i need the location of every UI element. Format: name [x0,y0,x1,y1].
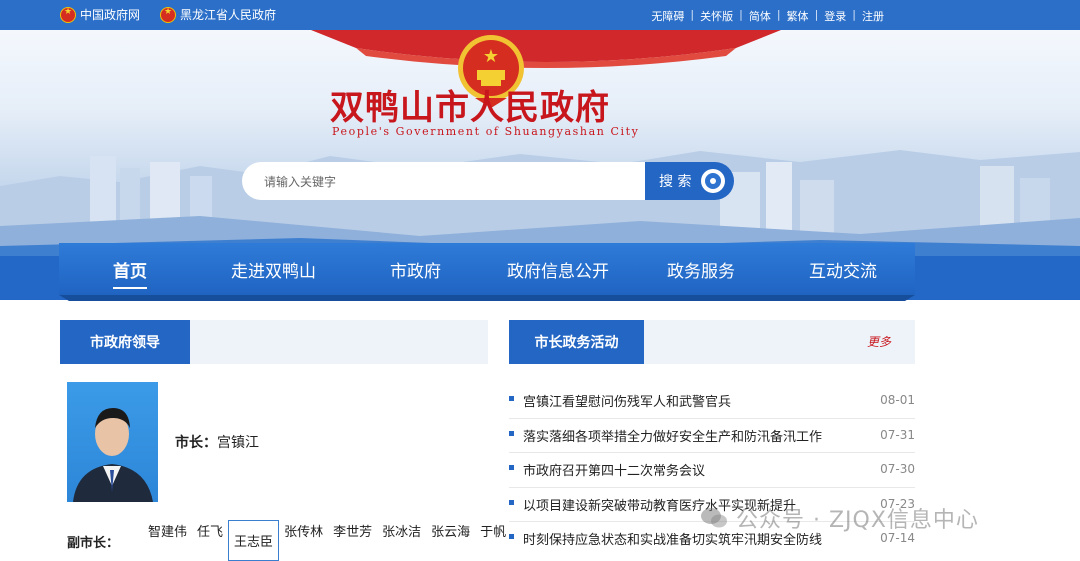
deputy-name-selected[interactable]: 王志臣 [228,520,280,561]
divider: | [739,8,743,21]
gov-cn-link[interactable]: 中国政府网 [60,6,140,23]
watermark-text: 公众号 · ZJQX信息中心 [736,508,979,533]
bullet-icon [509,465,514,470]
deputy-label: 副市长： [67,535,120,551]
news-date: 08-01 [880,393,915,407]
mayor-label: 市长： [175,435,217,451]
leaders-panel-header: 市政府领导 [60,320,488,364]
deputy-name[interactable]: 智建伟 [143,521,192,561]
activities-panel-title[interactable]: 市长政务活动 [509,320,644,364]
main-nav: 首页 走进双鸭山 市政府 政府信息公开 政务服务 互动交流 [59,243,915,295]
nav-shadow [59,295,915,301]
divider: | [690,8,695,21]
deputy-name[interactable]: 于帆 [475,521,511,561]
search-button[interactable]: 搜 索 [645,162,734,200]
top-links: 中国政府网 黑龙江省人民政府 [60,6,276,23]
site-title: 双鸭山市人民政府 [330,88,610,128]
deputy-mayors: 副市长： 智建伟 任飞 王志臣 张传林 李世芳 张冰洁 张云海 于帆 [67,520,511,561]
nav-item-info-disclosure[interactable]: 政府信息公开 [507,257,609,282]
divider: | [852,8,856,21]
search-input[interactable]: 请输入关键字 [242,162,646,200]
heilongjiang-gov-link-label: 黑龙江省人民政府 [180,8,277,22]
news-title[interactable]: 宫镇江看望慰问伤残军人和武警官兵 [523,391,731,410]
nav-item-interaction[interactable]: 互动交流 [809,257,877,282]
activities-panel-header: 市长政务活动 更多 [509,320,915,364]
bullet-icon [509,534,514,539]
traditional-chinese-link[interactable]: 繁体 [787,8,809,24]
nav-item-about[interactable]: 走进双鸭山 [231,257,316,282]
list-item[interactable]: 落实落细各项举措全力做好安全生产和防汛备汛工作 07-31 [509,419,915,453]
list-item[interactable]: 宫镇江看望慰问伤残军人和武警官兵 08-01 [509,384,915,419]
deputy-name[interactable]: 任飞 [192,521,228,561]
accessibility-link[interactable]: 无障碍 [651,8,684,24]
divider: | [776,8,781,21]
bullet-icon [509,396,514,401]
top-tools: 无障碍 | 关怀版 | 简体 | 繁体 | 登录 | 注册 [651,8,884,24]
top-bar: 中国政府网 黑龙江省人民政府 无障碍 | 关怀版 | 简体 | 繁体 | 登录 … [0,0,1080,30]
site-subtitle: People's Government of Shuangyashan City [332,125,640,138]
watermark: 公众号 · ZJQX信息中心 [700,502,979,534]
care-mode-link[interactable]: 关怀版 [700,8,733,24]
deputy-name[interactable]: 张云海 [426,521,475,561]
list-item[interactable]: 市政府召开第四十二次常务会议 07-30 [509,453,915,488]
deputy-name[interactable]: 张传林 [279,521,328,561]
simplified-chinese-link[interactable]: 简体 [749,8,771,24]
mayor-name[interactable]: 宫镇江 [217,435,259,451]
nav-item-home[interactable]: 首页 [113,257,147,289]
nav-item-city-gov[interactable]: 市政府 [390,257,441,282]
svg-text:★: ★ [483,46,499,67]
more-link[interactable]: 更多 [867,333,891,350]
deputy-name[interactable]: 李世芳 [328,521,377,561]
news-title[interactable]: 市政府召开第四十二次常务会议 [523,460,705,479]
deputy-list: 智建伟 任飞 王志臣 张传林 李世芳 张冰洁 张云海 于帆 [143,520,511,561]
wheel-icon [701,169,726,193]
heilongjiang-gov-link[interactable]: 黑龙江省人民政府 [160,6,276,23]
register-link[interactable]: 注册 [862,8,884,24]
person-silhouette-icon [73,408,153,502]
mayor-photo[interactable] [67,382,158,502]
national-emblem-icon [60,6,76,23]
news-date: 07-31 [880,427,915,442]
wechat-icon [701,508,727,528]
national-emblem-icon [160,6,177,23]
mayor-info: 市长：宫镇江 [175,432,259,452]
nav-item-services[interactable]: 政务服务 [667,257,735,282]
news-date: 07-30 [880,462,915,476]
red-ribbon-decoration [311,30,781,68]
leaders-panel-title[interactable]: 市政府领导 [60,320,190,364]
search-button-label: 搜 索 [659,174,692,190]
deputy-name[interactable]: 张冰洁 [377,521,426,561]
hero-banner: ★ 双鸭山市人民政府 People's Government of Shuang… [0,30,1080,256]
news-title[interactable]: 落实落细各项举措全力做好安全生产和防汛备汛工作 [523,426,822,445]
login-link[interactable]: 登录 [824,8,846,24]
gov-cn-link-label: 中国政府网 [80,8,141,22]
bullet-icon [509,430,514,436]
divider: | [814,8,819,21]
bullet-icon [509,499,514,505]
